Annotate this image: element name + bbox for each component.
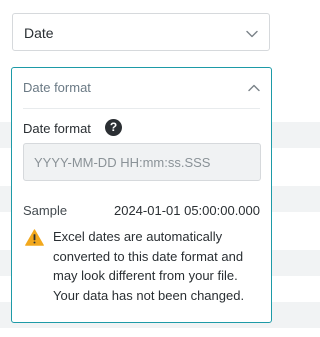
chevron-up-icon[interactable]: [248, 84, 260, 92]
date-format-panel: Date format Date format ? Sample 2024-01…: [11, 67, 272, 323]
panel-title: Date format: [23, 80, 91, 95]
date-format-label: Date format: [23, 121, 91, 136]
warning-triangle-icon: [25, 229, 44, 246]
chevron-down-icon: [246, 30, 258, 38]
question-circle-icon[interactable]: ?: [105, 119, 122, 136]
sample-label: Sample: [23, 203, 68, 218]
date-conversion-warning: Excel dates are automatically converted …: [53, 229, 245, 303]
panel-divider: [23, 108, 260, 109]
sample-value: 2024-01-01 05:00:00.000: [113, 203, 260, 218]
date-format-panel-header[interactable]: Date format: [12, 68, 271, 108]
column-type-value: Date: [24, 25, 54, 41]
date-format-input[interactable]: [23, 143, 261, 181]
column-type-select[interactable]: Date: [12, 13, 270, 51]
